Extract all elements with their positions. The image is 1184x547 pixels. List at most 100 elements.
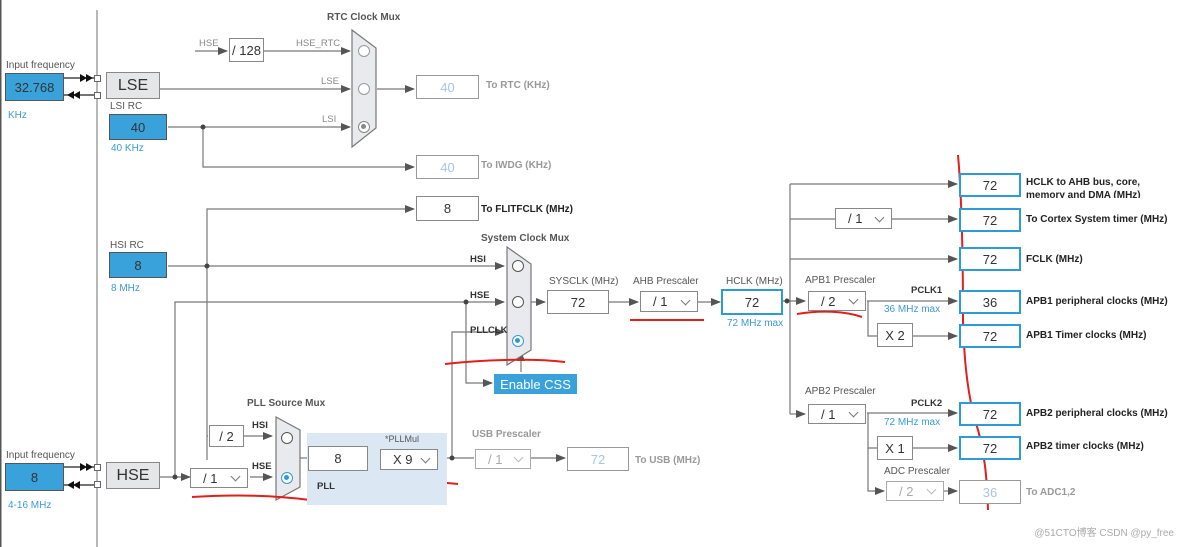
adc-prescaler-value: / 2 [899, 483, 914, 499]
apb1-peripheral-clock-label: APB1 peripheral clocks (MHz) [1026, 296, 1168, 307]
apb2-timer-clock-label: APB2 timer clocks (MHz) [1026, 441, 1144, 452]
adc-clock-label: To ADC1,2 [1026, 487, 1076, 498]
chevron-down-icon [513, 452, 524, 463]
pclk1-label: PCLK1 [911, 285, 943, 296]
sysmux-input-pllclk: PLLCLK [470, 325, 508, 336]
cortex-timer-prescaler-select[interactable]: / 1 [835, 208, 892, 229]
hse-prediv-select[interactable]: / 1 [190, 468, 248, 488]
pll-source-hse-label: HSE [252, 461, 272, 472]
chevron-down-icon [926, 484, 937, 495]
hse-div128-box: / 128 [229, 38, 264, 62]
apb1-timer-multiplier: X 2 [877, 323, 913, 347]
sysmux-radio-hse[interactable] [512, 296, 524, 308]
sysmux-input-hsi: HSI [470, 254, 486, 265]
cortex-timer-label: To Cortex System timer (MHz) [1026, 214, 1168, 225]
chevron-down-icon [680, 295, 691, 305]
lsi-rc-freq: 40 KHz [111, 143, 144, 154]
lse-port-out [94, 92, 101, 99]
fclk-value[interactable]: 72 [959, 247, 1021, 271]
apb1-prescaler-value: / 2 [821, 293, 836, 309]
cortex-timer-value[interactable]: 72 [959, 208, 1021, 232]
rtc-lsi-label: LSI [322, 114, 337, 125]
rtc-mux-radio-lse[interactable] [358, 83, 370, 95]
hclk-max: 72 MHz max [727, 318, 784, 329]
chevron-down-icon [848, 407, 859, 418]
apb1-prescaler-select[interactable]: / 2 [808, 291, 866, 311]
hse-input-frequency-field[interactable]: 8 [5, 463, 64, 491]
apb2-peripheral-clock-value[interactable]: 72 [959, 402, 1021, 426]
apb2-prescaler-value: / 1 [821, 406, 836, 422]
pll-label: PLL [317, 481, 335, 492]
system-clock-mux-title: System Clock Mux [481, 233, 570, 244]
lsi-rc-title: LSI RC [110, 101, 143, 112]
apb1-timer-clock-label: APB1 Timer clocks (MHz) [1026, 330, 1147, 341]
ahb-bus-clock-label: HCLK to AHB bus, core, memory and DMA (M… [1026, 177, 1141, 198]
apb1-peripheral-clock-value[interactable]: 36 [959, 290, 1021, 314]
hsi-rc-freq: 8 MHz [111, 283, 140, 294]
pll-source-mux-shape [275, 415, 301, 502]
hse-prediv-value: / 1 [203, 470, 218, 486]
hse-input-range: 4-16 MHz [8, 500, 52, 511]
pll-source-hsi-label: HSI [252, 420, 268, 431]
pll-source-radio-hsi[interactable] [281, 432, 293, 444]
hclk-value-field[interactable]: 72 [721, 289, 783, 315]
ahb-prescaler-label: AHB Prescaler [633, 276, 699, 287]
usb-output-value: 72 [567, 447, 629, 471]
hse-oscillator[interactable]: HSE [106, 462, 160, 489]
fclk-label: FCLK (MHz) [1026, 254, 1083, 265]
hclk-label: HCLK (MHz) [726, 276, 783, 287]
pllmul-value: X 9 [393, 452, 413, 467]
sysmux-radio-pllclk[interactable] [512, 335, 524, 347]
lse-input-frequency-field[interactable]: 32.768 [5, 73, 64, 101]
adc-prescaler-label: ADC Prescaler [884, 466, 951, 477]
sysmux-input-hse: HSE [470, 290, 490, 301]
pllmul-label: *PLLMul [385, 434, 420, 444]
apb1-timer-clock-value[interactable]: 72 [959, 324, 1021, 348]
watermark: @51CTO博客 CSDN @py_free [1034, 528, 1174, 539]
usb-output-label: To USB (MHz) [635, 455, 701, 466]
apb2-max: 72 MHz max [884, 417, 941, 428]
pll-source-radio-hse[interactable] [281, 472, 293, 484]
hse-input-label: Input frequency [6, 450, 75, 461]
apb2-prescaler-label: APB2 Prescaler [805, 386, 876, 397]
lse-oscillator[interactable]: LSE [106, 72, 160, 99]
sysmux-radio-hsi[interactable] [512, 260, 524, 272]
usb-prescaler-value: / 1 [488, 451, 503, 467]
rtc-mux-radio-hse[interactable] [358, 45, 370, 57]
pclk2-label: PCLK2 [911, 398, 943, 409]
hse-port-out [94, 481, 101, 488]
rtc-mux-radio-lsi[interactable] [358, 121, 370, 133]
hsi-div2-box: / 2 [209, 425, 244, 447]
cortex-timer-prescaler-value: / 1 [848, 211, 863, 226]
sysclk-value: 72 [547, 290, 609, 314]
ahb-prescaler-select[interactable]: / 1 [640, 291, 698, 312]
usb-prescaler-label: USB Prescaler [472, 429, 541, 440]
rtc-mux-title: RTC Clock Mux [327, 12, 401, 23]
lse-input-unit: KHz [8, 110, 27, 121]
pllmul-select[interactable]: X 9 [380, 449, 438, 470]
apb2-timer-multiplier: X 1 [877, 436, 913, 460]
apb2-timer-clock-value[interactable]: 72 [959, 436, 1021, 460]
hse-rtc-label: HSE_RTC [296, 38, 341, 49]
hsi-rc-value: 8 [109, 252, 167, 278]
rtc-output-label: To RTC (KHz) [486, 80, 550, 91]
flitfclk-label: To FLITFCLK (MHz) [481, 204, 574, 215]
apb2-peripheral-clock-label: APB2 peripheral clocks (MHz) [1026, 408, 1168, 419]
usb-prescaler-select[interactable]: / 1 [475, 449, 531, 469]
adc-clock-value: 36 [959, 480, 1021, 504]
lse-input-label: Input frequency [6, 60, 75, 71]
apb2-prescaler-select[interactable]: / 1 [808, 404, 866, 424]
flitfclk-value: 8 [416, 196, 479, 221]
pll-input-value: 8 [308, 446, 368, 471]
iwdg-output-label: To IWDG (KHz) [481, 160, 552, 171]
ahb-bus-clock-value[interactable]: 72 [959, 173, 1021, 197]
iwdg-output-value: 40 [416, 155, 479, 179]
sysclk-label: SYSCLK (MHz) [549, 276, 619, 287]
enable-css-button[interactable]: Enable CSS [494, 374, 577, 394]
adc-prescaler-select[interactable]: / 2 [886, 481, 944, 501]
chevron-down-icon [874, 212, 885, 222]
rtc-hse-label: HSE [199, 38, 219, 49]
hse-port-in [94, 464, 101, 471]
pll-source-mux-title: PLL Source Mux [247, 398, 326, 409]
apb1-max: 36 MHz max [884, 304, 941, 315]
